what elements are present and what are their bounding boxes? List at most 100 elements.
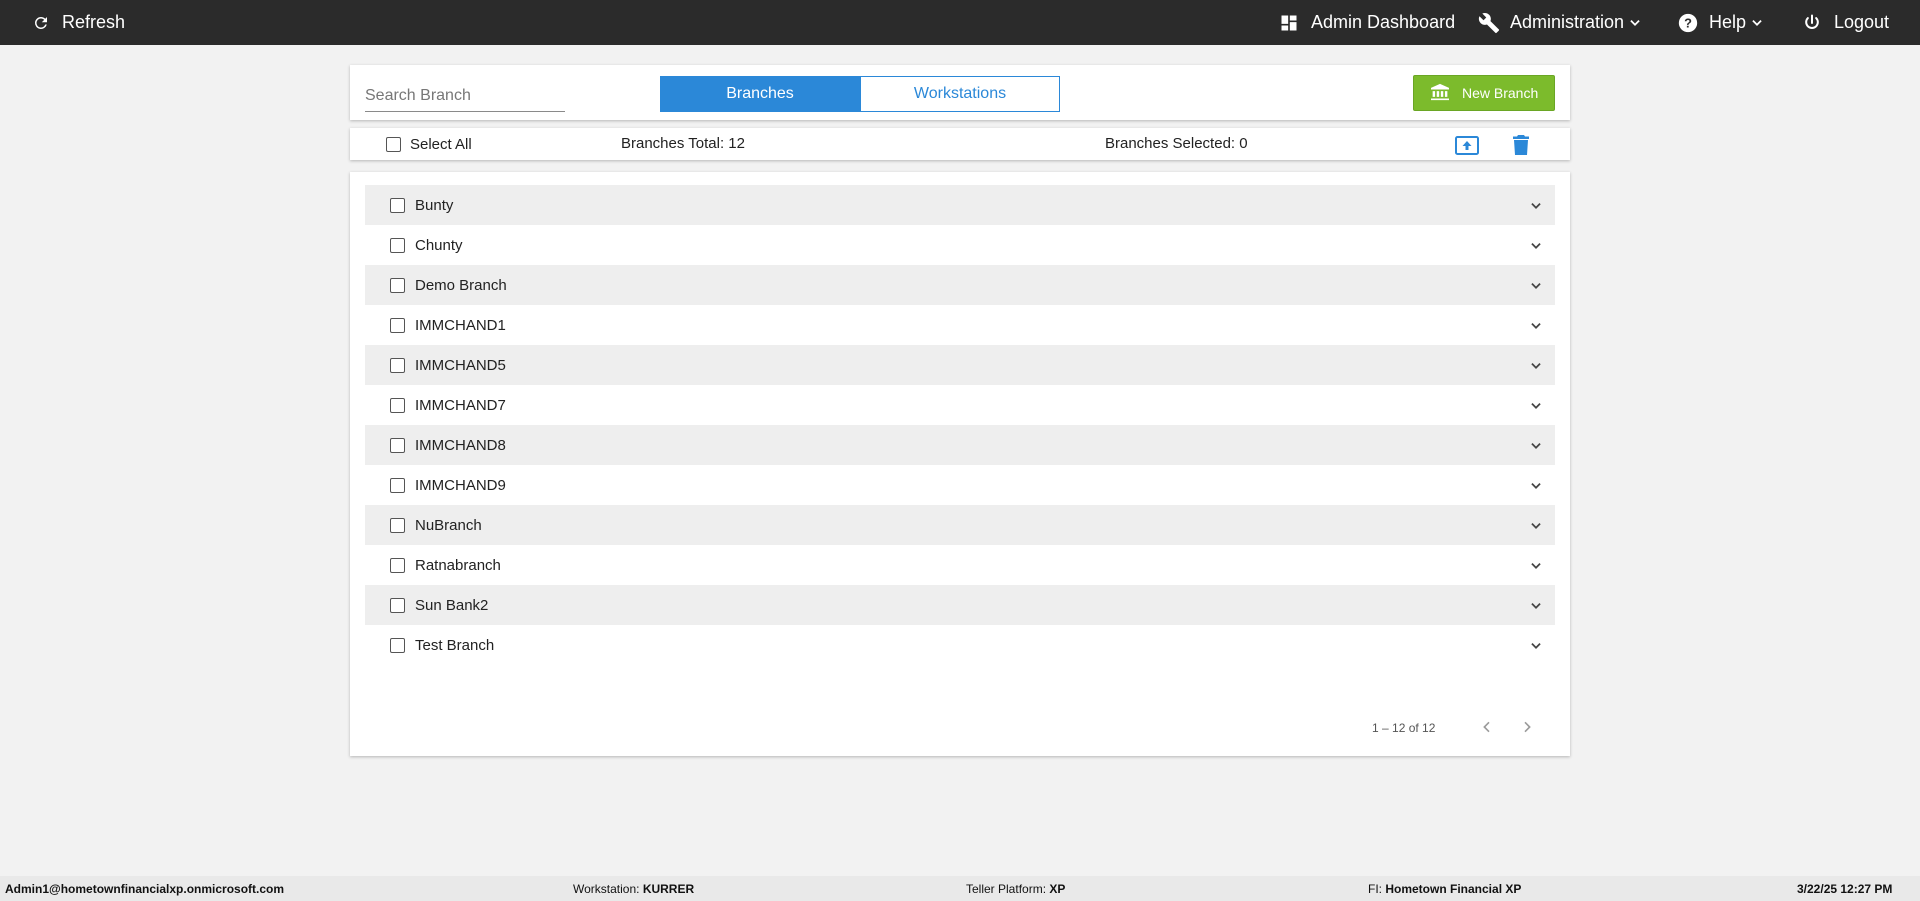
branch-list-card: Bunty Chunty Demo Branch IMMCHAND1 IMMCHAND5… xyxy=(350,172,1570,756)
help-menu[interactable]: ? Help xyxy=(1677,0,1764,45)
branch-checkbox[interactable] xyxy=(390,317,405,333)
chevron-down-icon[interactable] xyxy=(1529,639,1543,658)
chevron-right-icon[interactable] xyxy=(1519,719,1535,738)
branch-row[interactable]: Bunty xyxy=(365,185,1555,225)
branch-name: IMMCHAND1 xyxy=(415,316,506,334)
pagination-range: 1 – 12 of 12 xyxy=(1372,721,1436,735)
branch-row[interactable]: IMMCHAND5 xyxy=(365,345,1555,385)
branch-checkbox[interactable] xyxy=(390,357,405,373)
upload-icon[interactable] xyxy=(1455,136,1479,159)
wrench-icon xyxy=(1478,12,1500,34)
branch-name: IMMCHAND8 xyxy=(415,436,506,454)
branch-row[interactable]: Demo Branch xyxy=(365,265,1555,305)
chevron-left-icon[interactable] xyxy=(1479,719,1495,738)
branch-row[interactable]: Ratnabranch xyxy=(365,545,1555,585)
branch-checkbox[interactable] xyxy=(390,197,405,213)
branch-row[interactable]: IMMCHAND1 xyxy=(365,305,1555,345)
bank-icon xyxy=(1430,83,1450,104)
branch-checkbox[interactable] xyxy=(390,597,405,613)
chevron-down-icon[interactable] xyxy=(1529,199,1543,218)
administration-label: Administration xyxy=(1510,12,1625,32)
footer-workstation-value: KURRER xyxy=(642,882,695,896)
administration-menu[interactable]: Administration xyxy=(1478,0,1642,45)
select-all-label: Select All xyxy=(410,136,472,153)
branch-name: Test Branch xyxy=(415,636,495,654)
chevron-down-icon[interactable] xyxy=(1529,279,1543,298)
branch-checkbox[interactable] xyxy=(390,477,405,493)
branch-toolbar: Branches Workstations New Branch xyxy=(350,65,1570,120)
chevron-down-icon[interactable] xyxy=(1529,319,1543,338)
svg-text:?: ? xyxy=(1684,15,1692,30)
logout-label: Logout xyxy=(1834,12,1890,32)
new-branch-button[interactable]: New Branch xyxy=(1413,75,1555,111)
status-bar: Admin1@hometownfinancialxp.onmicrosoft.c… xyxy=(0,876,1920,901)
refresh-label: Refresh xyxy=(62,12,126,32)
refresh-button[interactable]: Refresh xyxy=(32,0,125,45)
power-icon xyxy=(1802,13,1822,33)
footer-fi: FI: Hometown Financial XP xyxy=(1368,882,1521,896)
branch-name: Demo Branch xyxy=(415,276,507,294)
tab-workstations[interactable]: Workstations xyxy=(860,76,1060,112)
footer-teller-platform: Teller Platform: XP xyxy=(966,882,1065,896)
branches-total: Branches Total: 12 xyxy=(621,135,745,152)
branch-row[interactable]: IMMCHAND8 xyxy=(365,425,1555,465)
pagination: 1 – 12 of 12 xyxy=(350,716,1570,740)
select-all[interactable]: Select All xyxy=(386,136,472,153)
branch-checkbox[interactable] xyxy=(390,557,405,573)
branch-name: Ratnabranch xyxy=(415,556,501,574)
chevron-down-icon[interactable] xyxy=(1529,559,1543,578)
search-field xyxy=(365,82,565,112)
chevron-down-icon[interactable] xyxy=(1529,239,1543,258)
dashboard-icon xyxy=(1279,13,1299,33)
branch-checkbox[interactable] xyxy=(390,277,405,293)
branch-name: Bunty xyxy=(415,196,454,214)
help-label: Help xyxy=(1709,12,1747,32)
admin-dashboard-label: Admin Dashboard xyxy=(1311,12,1456,32)
footer-datetime: 3/22/25 12:27 PM xyxy=(1797,882,1893,896)
top-nav-bar: Refresh Admin Dashboard Administration ?… xyxy=(0,0,1920,45)
branch-checkbox[interactable] xyxy=(390,237,405,253)
branch-name: Chunty xyxy=(415,236,463,254)
chevron-down-icon[interactable] xyxy=(1529,359,1543,378)
branch-row[interactable]: IMMCHAND9 xyxy=(365,465,1555,505)
branch-row[interactable]: Sun Bank2 xyxy=(365,585,1555,625)
footer-workstation: Workstation: KURRER xyxy=(573,882,694,896)
tab-branches[interactable]: Branches xyxy=(660,76,860,112)
chevron-down-icon xyxy=(1750,16,1764,30)
branch-row[interactable]: Chunty xyxy=(365,225,1555,265)
footer-workstation-label: Workstation: xyxy=(573,882,640,896)
logout-button[interactable]: Logout xyxy=(1802,0,1889,45)
branch-row[interactable]: Test Branch xyxy=(365,625,1555,665)
footer-fi-value: Hometown Financial XP xyxy=(1385,882,1522,896)
branch-row[interactable]: NuBranch xyxy=(365,505,1555,545)
branch-list: Bunty Chunty Demo Branch IMMCHAND1 IMMCHAND5… xyxy=(365,185,1555,665)
footer-teller-platform-label: Teller Platform: xyxy=(966,882,1047,896)
chevron-down-icon[interactable] xyxy=(1529,599,1543,618)
branch-row[interactable]: IMMCHAND7 xyxy=(365,385,1555,425)
refresh-icon xyxy=(32,14,50,32)
footer-teller-platform-value: XP xyxy=(1049,882,1066,896)
chevron-down-icon[interactable] xyxy=(1529,399,1543,418)
branch-name: Sun Bank2 xyxy=(415,596,489,614)
select-all-checkbox[interactable] xyxy=(386,137,401,152)
trash-icon[interactable] xyxy=(1513,135,1529,159)
admin-dashboard-link[interactable]: Admin Dashboard xyxy=(1279,0,1455,45)
branch-name: IMMCHAND5 xyxy=(415,356,506,374)
branch-checkbox[interactable] xyxy=(390,517,405,533)
branch-name: IMMCHAND9 xyxy=(415,476,506,494)
chevron-down-icon xyxy=(1628,16,1642,30)
chevron-down-icon[interactable] xyxy=(1529,519,1543,538)
footer-user: Admin1@hometownfinancialxp.onmicrosoft.c… xyxy=(5,882,285,896)
selection-bar: Select All Branches Total: 12 Branches S… xyxy=(350,128,1570,160)
branch-checkbox[interactable] xyxy=(390,637,405,653)
branch-checkbox[interactable] xyxy=(390,397,405,413)
chevron-down-icon[interactable] xyxy=(1529,439,1543,458)
branch-name: IMMCHAND7 xyxy=(415,396,506,414)
help-circle-icon: ? xyxy=(1677,12,1699,34)
footer-fi-label: FI: xyxy=(1368,882,1382,896)
branch-checkbox[interactable] xyxy=(390,437,405,453)
search-branch-input[interactable] xyxy=(365,82,565,110)
new-branch-label: New Branch xyxy=(1462,85,1539,101)
branch-name: NuBranch xyxy=(415,516,482,534)
chevron-down-icon[interactable] xyxy=(1529,479,1543,498)
